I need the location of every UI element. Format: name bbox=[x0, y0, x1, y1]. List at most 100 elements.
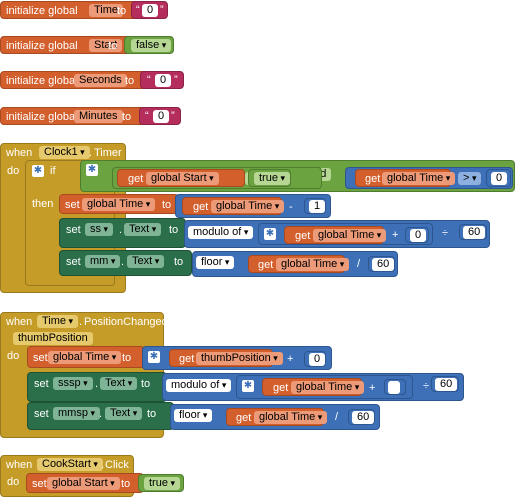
set-label: set bbox=[32, 478, 47, 490]
text-value[interactable]: 0 bbox=[153, 110, 170, 123]
init-var-name[interactable]: Seconds bbox=[74, 74, 127, 87]
to-label: to bbox=[147, 408, 157, 420]
get-global-start-block[interactable]: get global Start bbox=[117, 169, 245, 187]
set-var-dropdown[interactable]: global Start bbox=[47, 477, 120, 490]
component-dropdown[interactable]: Time bbox=[37, 315, 79, 328]
gear-icon[interactable]: ✱ bbox=[242, 380, 254, 392]
to-label: to bbox=[141, 378, 151, 390]
component-dropdown[interactable]: ss bbox=[85, 223, 114, 236]
set-global-start-block[interactable]: set global Start to bbox=[26, 473, 144, 493]
gear-icon[interactable]: ✱ bbox=[264, 228, 276, 240]
set-ss-text-block[interactable]: set ss . Text to bbox=[59, 218, 186, 248]
property-dropdown[interactable]: Text bbox=[127, 255, 165, 268]
dot-label: . bbox=[101, 459, 105, 471]
property-dropdown[interactable]: Text bbox=[105, 407, 143, 420]
true-value-block[interactable]: true bbox=[138, 474, 184, 492]
floor-dropdown[interactable]: floor bbox=[174, 409, 213, 422]
component-dropdown[interactable]: mm bbox=[85, 255, 121, 268]
number-block[interactable]: 0 bbox=[405, 227, 429, 243]
set-global-time-block[interactable]: set global Time to bbox=[27, 346, 145, 368]
number-value[interactable]: 1 bbox=[309, 200, 326, 213]
get-global-time-block[interactable]: get global Time bbox=[226, 408, 328, 426]
number-value[interactable]: 0 bbox=[309, 353, 326, 366]
number-block[interactable] bbox=[384, 379, 406, 395]
init-time-value-block[interactable]: “ 0 ” bbox=[131, 1, 168, 19]
property-dropdown[interactable]: Text bbox=[124, 223, 162, 236]
get-thumbposition-block[interactable]: get thumbPosition bbox=[169, 349, 283, 367]
logic-value-dropdown[interactable]: false bbox=[131, 39, 172, 52]
get-global-time-block[interactable]: get global Time bbox=[262, 378, 365, 396]
number-value[interactable]: 60 bbox=[352, 411, 375, 424]
text-value[interactable]: 0 bbox=[155, 74, 172, 87]
component-dropdown[interactable]: CookStart bbox=[37, 458, 103, 471]
do-label: do bbox=[7, 165, 20, 177]
init-minutes-value-block[interactable]: “ 0 ” bbox=[139, 107, 181, 125]
number-value[interactable] bbox=[388, 381, 400, 394]
get-var-dropdown[interactable]: global Start bbox=[146, 172, 219, 185]
number-value[interactable]: 0 bbox=[410, 229, 427, 242]
get-global-time-block[interactable]: get global Time bbox=[284, 226, 387, 244]
get-var-dropdown[interactable]: global Time bbox=[276, 258, 350, 271]
get-global-time-block[interactable]: get global Time bbox=[355, 169, 456, 187]
text-value[interactable]: 0 bbox=[142, 4, 159, 17]
init-global-start-block[interactable]: initialize global Start to bbox=[0, 36, 138, 54]
set-sssp-text-block[interactable]: set sssp . Text to bbox=[27, 372, 167, 402]
number-value[interactable]: 0 bbox=[491, 172, 508, 185]
gear-icon[interactable]: ✱ bbox=[86, 164, 98, 176]
init-var-name[interactable]: Minutes bbox=[74, 110, 123, 123]
number-block[interactable]: 60 bbox=[348, 409, 375, 425]
get-var-dropdown[interactable]: global Time bbox=[291, 381, 365, 394]
get-global-time-block[interactable]: get global Time bbox=[182, 197, 285, 215]
modulo-dropdown[interactable]: modulo of bbox=[166, 379, 232, 392]
quote-icon: ” bbox=[160, 4, 164, 16]
when-label: when bbox=[6, 147, 33, 159]
true-dropdown[interactable]: true bbox=[254, 172, 290, 185]
number-value[interactable]: 60 bbox=[372, 258, 395, 271]
get-var-dropdown[interactable]: global Time bbox=[382, 172, 456, 185]
number-value[interactable]: 60 bbox=[463, 226, 486, 239]
event-name: PositionChanged bbox=[84, 316, 168, 328]
set-label: set bbox=[66, 224, 81, 236]
get-var-dropdown[interactable]: global Time bbox=[211, 200, 285, 213]
property-dropdown[interactable]: Text bbox=[100, 377, 138, 390]
get-global-time-block[interactable]: get global Time bbox=[248, 255, 350, 273]
get-var-dropdown[interactable]: global Time bbox=[254, 411, 328, 424]
init-global-time-block[interactable]: initialize global Time to bbox=[0, 1, 140, 19]
component-dropdown[interactable]: Clock1 bbox=[39, 146, 90, 159]
get-param-dropdown[interactable]: thumbPosition bbox=[196, 352, 283, 365]
gear-icon[interactable]: ✱ bbox=[32, 165, 44, 177]
gear-icon[interactable]: ✱ bbox=[148, 351, 160, 363]
number-block[interactable]: 0 bbox=[486, 169, 511, 187]
init-seconds-value-block[interactable]: “ 0 ” bbox=[140, 71, 184, 89]
get-var-dropdown[interactable]: global Time bbox=[313, 229, 387, 242]
dot-label: . bbox=[119, 224, 123, 236]
init-global-label: initialize global bbox=[6, 75, 78, 87]
number-block[interactable]: 60 bbox=[368, 256, 395, 272]
init-global-seconds-block[interactable]: initialize global Seconds to bbox=[0, 71, 150, 89]
init-var-name[interactable]: Start bbox=[89, 39, 123, 52]
compare-op-dropdown[interactable]: > bbox=[458, 172, 482, 185]
init-start-value-block[interactable]: false bbox=[124, 36, 174, 54]
number-block[interactable]: 0 bbox=[304, 351, 326, 367]
component-dropdown[interactable]: mmsp bbox=[53, 407, 100, 420]
set-mmsp-text-block[interactable]: set mmsp . Text to bbox=[27, 402, 174, 430]
floor-dropdown[interactable]: floor bbox=[196, 256, 235, 269]
number-block[interactable]: 60 bbox=[459, 224, 487, 240]
event-param[interactable]: thumbPosition bbox=[13, 332, 93, 345]
set-global-time-block[interactable]: set global Time to bbox=[59, 194, 179, 214]
set-var-dropdown[interactable]: global Time bbox=[82, 198, 156, 211]
true-dropdown[interactable]: true bbox=[144, 477, 180, 490]
true-value-block[interactable]: true bbox=[248, 169, 291, 187]
set-var-dropdown[interactable]: global Time bbox=[48, 351, 122, 364]
number-block[interactable]: 1 bbox=[304, 198, 326, 214]
quote-icon: “ bbox=[136, 4, 140, 16]
init-global-minutes-block[interactable]: initialize global Minutes to bbox=[0, 107, 150, 125]
component-dropdown[interactable]: sssp bbox=[53, 377, 93, 390]
then-label: then bbox=[32, 198, 54, 210]
quote-icon: “ bbox=[145, 110, 149, 122]
set-mm-text-block[interactable]: set mm . Text to bbox=[59, 250, 192, 276]
number-block[interactable]: 60 bbox=[431, 376, 459, 392]
number-value[interactable]: 60 bbox=[435, 378, 458, 391]
do-label: do bbox=[7, 476, 20, 488]
modulo-dropdown[interactable]: modulo of bbox=[188, 226, 254, 239]
